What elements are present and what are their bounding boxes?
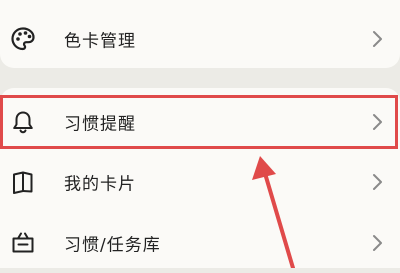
palette-icon — [11, 27, 35, 51]
chevron-right-icon — [373, 174, 382, 190]
menu-item-label: 习惯提醒 — [64, 114, 136, 135]
chevron-right-icon — [373, 235, 382, 251]
chevron-right-icon — [373, 31, 382, 47]
menu-item-label: 习惯/任务库 — [64, 235, 161, 256]
menu-item-my-cards[interactable]: 我的卡片 — [0, 152, 400, 212]
menu-item-habit-reminder[interactable]: 习惯提醒 — [0, 92, 400, 152]
bell-icon — [13, 111, 33, 134]
menu-item-label: 色卡管理 — [64, 31, 136, 52]
menu-item-habit-task-library[interactable]: 习惯/任务库 — [0, 213, 400, 273]
book-icon — [13, 171, 33, 194]
menu-item-color-cards[interactable]: 色卡管理 — [0, 9, 400, 69]
menu-item-label: 我的卡片 — [64, 174, 136, 195]
chevron-right-icon — [373, 114, 382, 130]
basket-icon — [12, 232, 34, 253]
